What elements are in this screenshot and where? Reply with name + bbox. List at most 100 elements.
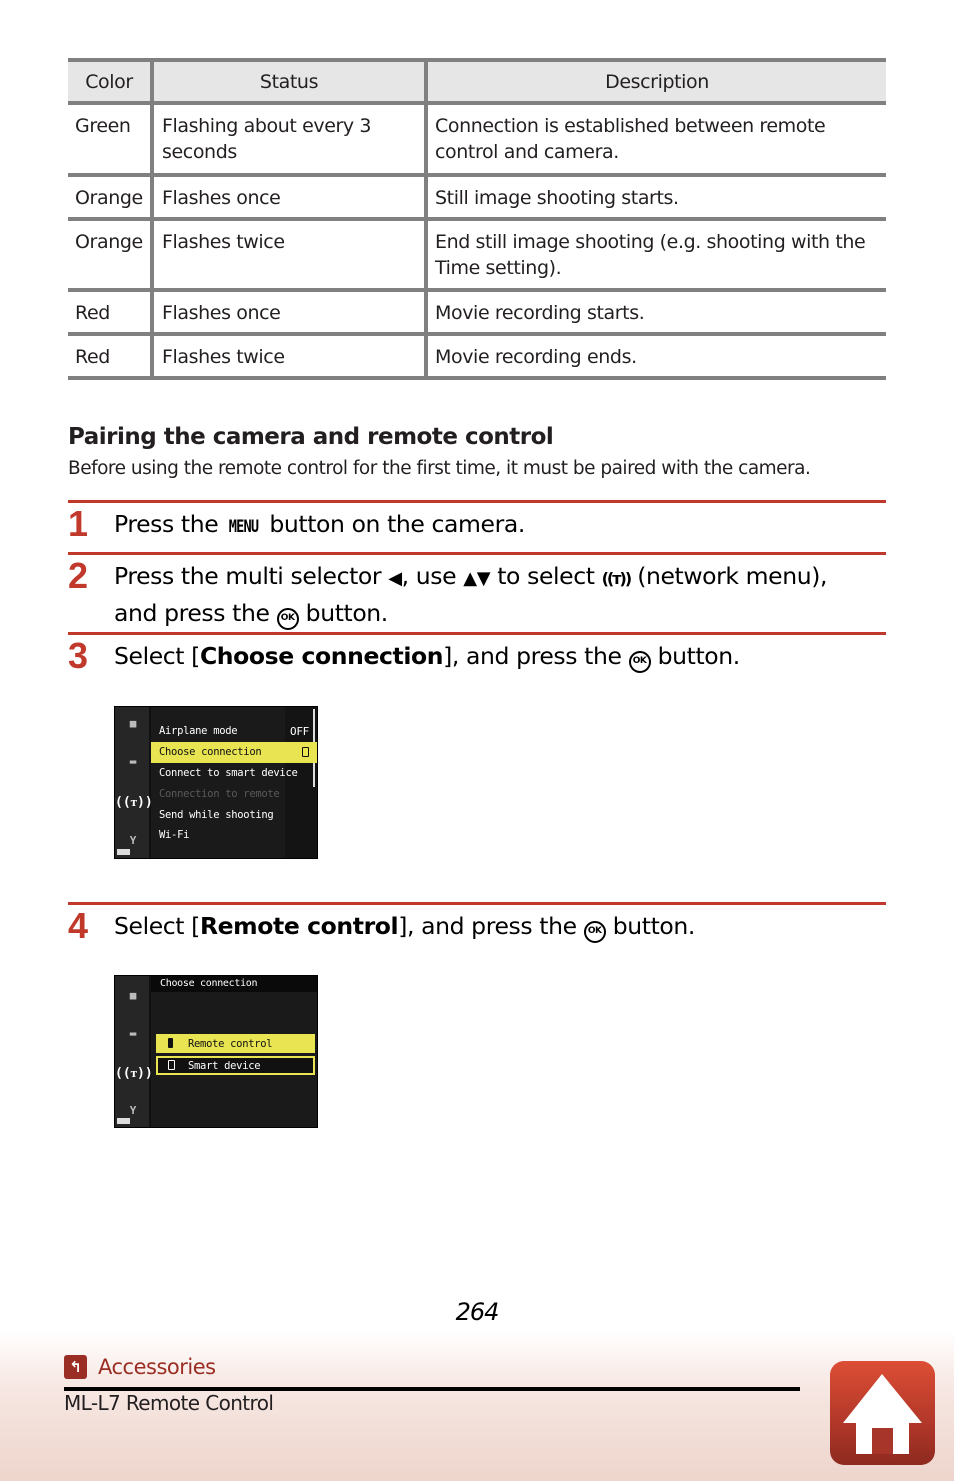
cell-status: Flashes twice <box>152 334 428 378</box>
home-icon <box>843 1374 922 1454</box>
step-text-part: to select <box>490 562 602 590</box>
step-text-part: ], and press the <box>443 642 629 670</box>
up-down-arrow-icon: ▲▼ <box>463 568 491 589</box>
cell-description: Still image shooting starts. <box>435 187 679 209</box>
camera-screen-choose-connection: ■ ▬ ((ᴛ)) Y Choose connection Remote con… <box>114 975 318 1128</box>
cell-color: Red <box>68 334 154 378</box>
option-smart-device[interactable]: Smart device <box>156 1056 315 1075</box>
table-row: Orange Flashes once Still image shooting… <box>68 175 886 219</box>
column-header-description: Description <box>605 70 709 93</box>
back-icon[interactable]: ↰ <box>64 1355 87 1379</box>
menu-button-icon: MENU <box>229 517 259 537</box>
cell-description: Movie recording ends. <box>435 346 637 368</box>
menu-item-label: Airplane mode <box>159 725 238 737</box>
step-text-part: Press the <box>114 510 226 538</box>
step-text: Press the MENU button on the camera. <box>114 507 886 544</box>
column-header-status: Status <box>152 60 428 103</box>
cell-color: Red <box>68 290 154 334</box>
ok-button-icon: OK <box>583 921 606 943</box>
menu-item-label: Choose connection <box>159 746 262 758</box>
step-text-part: , use <box>401 562 464 590</box>
step-1: 1 Press the MENU button on the camera. <box>68 500 886 552</box>
step-number: 2 <box>68 555 89 596</box>
wrench-icon: Y <box>129 1104 137 1117</box>
movie-icon: ▬ <box>129 1027 137 1040</box>
table-row: Orange Flashes twice End still image sho… <box>68 219 886 290</box>
breadcrumb-link-accessories[interactable]: Accessories <box>98 1355 216 1379</box>
table-header-row: Color Status Description <box>68 60 886 103</box>
camera-icon: ■ <box>129 717 137 730</box>
menu-item-choose-connection[interactable]: Choose connection <box>151 742 317 763</box>
menu-item-label: Connection to remote <box>159 788 280 800</box>
step-number: 3 <box>68 635 89 676</box>
step-number: 4 <box>68 905 89 946</box>
step-text-part: Press the multi selector <box>114 562 389 590</box>
battery-icon <box>117 1118 130 1124</box>
menu-item-send-while-shooting[interactable]: Send while shooting <box>151 805 317 826</box>
step-2: 2 Press the multi selector ◀, use ▲▼ to … <box>68 552 886 634</box>
step-text-part: (network menu), <box>630 562 828 590</box>
step-text: Select [Remote control], and press the O… <box>114 909 886 943</box>
home-button[interactable] <box>830 1361 935 1465</box>
cell-color: Orange <box>68 219 154 290</box>
network-menu-icon: ((ᴛ)) <box>601 569 632 588</box>
wrench-icon: Y <box>129 834 137 847</box>
step-number: 1 <box>68 503 89 544</box>
ok-button-icon: OK <box>628 651 651 673</box>
network-icon: ((ᴛ)) <box>115 1066 153 1081</box>
menu-tabs: ■ ▬ ((ᴛ)) Y <box>115 976 153 1127</box>
option-remote-control[interactable]: Remote control <box>156 1034 315 1053</box>
step-text-part: Select [ <box>114 642 200 670</box>
step-text-part: button. <box>650 642 741 670</box>
cell-description: End still image shooting (e.g. shooting … <box>435 231 866 279</box>
menu-list: Airplane mode OFF Choose connection Conn… <box>151 707 317 858</box>
section-title: Pairing the camera and remote control <box>68 424 554 450</box>
ok-button-icon: OK <box>276 608 299 630</box>
menu-item-label: Send while shooting <box>159 809 274 821</box>
menu-item-airplane-mode[interactable]: Airplane mode OFF <box>151 721 317 742</box>
menu-tabs: ■ ▬ ((ᴛ)) Y <box>115 707 153 858</box>
menu-item-label: Connect to smart device <box>159 767 298 779</box>
step-text: Press the multi selector ◀, use ▲▼ to se… <box>114 559 886 630</box>
section-intro: Before using the remote control for the … <box>68 458 811 479</box>
step-text-part: and press the <box>114 599 277 627</box>
step-text-part: button. <box>605 912 696 940</box>
menu-item-connect-to-smart-device[interactable]: Connect to smart device <box>151 763 317 784</box>
menu-item-wifi[interactable]: Wi-Fi <box>151 825 317 846</box>
camera-icon: ■ <box>129 989 137 1002</box>
option-label: Remote control <box>188 1038 273 1050</box>
cell-color: Green <box>68 103 154 175</box>
menu-item-connection-to-remote: Connection to remote <box>151 784 317 805</box>
breadcrumb[interactable]: ↰ Accessories <box>64 1355 216 1379</box>
menu-item-name: Remote control <box>199 912 399 940</box>
battery-icon <box>117 849 130 855</box>
cell-status: Flashes once <box>152 290 428 334</box>
led-status-table: Color Status Description Green Flashing … <box>68 58 886 380</box>
page-number: 264 <box>455 1298 500 1326</box>
cell-status: Flashes once <box>152 175 428 219</box>
cell-color: Orange <box>68 175 154 219</box>
phone-icon <box>302 742 309 763</box>
step-text-part: ], and press the <box>398 912 584 940</box>
step-text-part: button on the camera. <box>262 510 525 538</box>
remote-icon <box>168 1036 188 1052</box>
menu-item-label: Wi-Fi <box>159 829 190 841</box>
left-arrow-icon: ◀ <box>388 568 402 589</box>
network-icon: ((ᴛ)) <box>115 795 153 810</box>
column-header-color: Color <box>68 60 154 103</box>
table-row: Red Flashes twice Movie recording ends. <box>68 334 886 378</box>
table-row: Red Flashes once Movie recording starts. <box>68 290 886 334</box>
step-text-part: button. <box>298 599 389 627</box>
cell-status: Flashes twice <box>152 219 428 290</box>
menu-item-name: Choose connection <box>199 642 444 670</box>
camera-screen-network-menu: ■ ▬ ((ᴛ)) Y Airplane mode OFF Choose con… <box>114 706 318 859</box>
cell-description: Movie recording starts. <box>435 302 645 324</box>
movie-icon: ▬ <box>129 755 137 768</box>
option-label: Smart device <box>188 1060 261 1072</box>
cell-description: Connection is established between remote… <box>435 115 826 163</box>
page-subtitle: ML-L7 Remote Control <box>64 1391 274 1415</box>
step-text: Select [Choose connection], and press th… <box>114 639 886 673</box>
screen-title: Choose connection <box>151 976 317 992</box>
phone-icon <box>168 1058 188 1074</box>
table-row: Green Flashing about every 3 seconds Con… <box>68 103 886 175</box>
